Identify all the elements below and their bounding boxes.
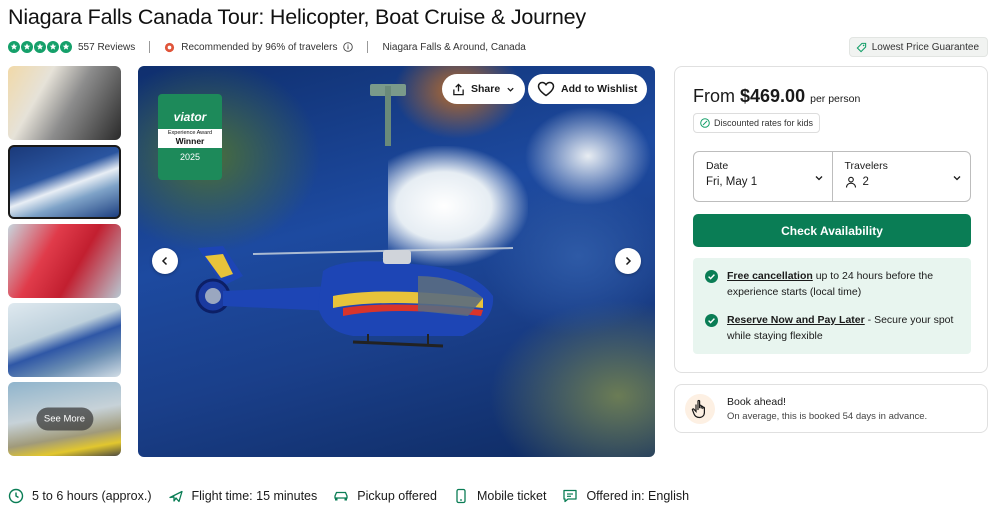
wishlist-button[interactable]: Add to Wishlist: [528, 74, 648, 104]
feature-label: Pickup offered: [357, 489, 437, 503]
share-button[interactable]: Share: [442, 74, 526, 104]
thumbnail-gallery: See More: [8, 66, 121, 461]
chevron-left-icon: [161, 256, 168, 266]
divider: [367, 41, 369, 53]
recommended-text: Recommended by 96% of travelers: [181, 41, 338, 53]
feature-label: Flight time: 15 minutes: [191, 489, 318, 503]
star-icon: [47, 41, 59, 53]
meta-row: 557 Reviews Recommended by 96% of travel…: [8, 39, 526, 55]
date-selector[interactable]: Date Fri, May 1: [694, 152, 832, 201]
hand-pointer-icon: [685, 393, 715, 424]
next-image-button[interactable]: [615, 248, 641, 274]
travelers-value: 2: [862, 176, 869, 188]
plane-icon: [168, 490, 183, 503]
feature-mobile-ticket: Mobile ticket: [453, 488, 546, 504]
person-icon: [845, 176, 856, 188]
chat-icon: [563, 489, 578, 503]
hero-image: viator Experience Award Winner 2025 Shar…: [138, 66, 655, 457]
see-more-button[interactable]: See More: [35, 407, 94, 431]
check-availability-button[interactable]: Check Availability: [693, 214, 971, 247]
page-title: Niagara Falls Canada Tour: Helicopter, B…: [8, 5, 586, 29]
book-ahead-subtitle: On average, this is booked 54 days in ad…: [727, 410, 928, 422]
feature-flight-time: Flight time: 15 minutes: [168, 488, 318, 504]
thumbnail-5[interactable]: See More: [8, 382, 121, 456]
thumbnail-4[interactable]: [8, 303, 121, 377]
date-label: Date: [706, 160, 729, 172]
tag-icon: [856, 42, 866, 52]
book-ahead-title: Book ahead!: [727, 395, 786, 408]
award-year: 2025: [179, 152, 201, 162]
heart-icon: [537, 81, 555, 97]
chevron-right-icon: [625, 256, 632, 266]
chevron-down-icon: [953, 176, 961, 181]
wishlist-label: Add to Wishlist: [561, 83, 638, 95]
booking-panel: From $469.00 per person Discounted rates…: [674, 66, 988, 373]
award-badge: viator Experience Award Winner 2025: [158, 94, 222, 180]
location-link[interactable]: Niagara Falls & Around, Canada: [382, 42, 525, 53]
prev-image-button[interactable]: [152, 248, 178, 274]
star-icon: [8, 41, 20, 53]
share-label: Share: [471, 83, 501, 95]
kids-discount-badge: Discounted rates for kids: [693, 113, 821, 133]
feature-label: Mobile ticket: [476, 489, 547, 503]
date-travelers-picker: Date Fri, May 1 Travelers 2: [693, 151, 971, 202]
feature-label: Offered in: English: [586, 489, 690, 503]
perk-title[interactable]: Reserve Now and Pay Later: [727, 314, 865, 326]
chevron-down-icon: [507, 87, 514, 92]
price-line: From $469.00 per person: [693, 86, 860, 107]
travelers-selector[interactable]: Travelers 2: [831, 152, 971, 201]
phone-icon: [456, 488, 466, 504]
perk-item: Reserve Now and Pay Later - Secure your …: [705, 312, 961, 344]
share-icon: [453, 82, 464, 95]
feature-duration: 5 to 6 hours (approx.): [8, 488, 152, 504]
divider: [149, 41, 151, 53]
award-brand: viator: [173, 110, 207, 124]
feature-pickup: Pickup offered: [333, 488, 437, 504]
feature-language: Offered in: English: [562, 488, 689, 504]
award-line2: Winner: [175, 136, 205, 146]
perks-box: Free cancellation up to 24 hours before …: [693, 258, 971, 354]
helicopter-illustration: [195, 246, 514, 348]
thumbnail-1[interactable]: [8, 66, 121, 140]
per-person-label: per person: [810, 93, 861, 105]
star-icon: [60, 41, 72, 53]
thumbnail-2[interactable]: [8, 145, 121, 219]
star-icon: [34, 41, 46, 53]
check-circle-icon: [705, 270, 718, 283]
reviews-link[interactable]: 557 Reviews: [78, 42, 135, 53]
lowest-price-badge[interactable]: Lowest Price Guarantee: [848, 37, 988, 57]
date-value: Fri, May 1: [706, 176, 758, 188]
perk-title[interactable]: Free cancellation: [727, 270, 813, 282]
from-label: From: [693, 86, 735, 106]
travelers-label: Travelers: [844, 160, 888, 172]
kids-discount-label: Discounted rates for kids: [714, 118, 814, 128]
perk-item: Free cancellation up to 24 hours before …: [705, 268, 961, 300]
lowest-price-label: Lowest Price Guarantee: [871, 41, 979, 53]
feature-label: 5 to 6 hours (approx.): [32, 489, 152, 503]
clock-icon: [8, 488, 24, 504]
star-icon: [21, 41, 33, 53]
discount-icon: [700, 118, 710, 128]
check-circle-icon: [705, 314, 718, 327]
price-value: $469.00: [740, 86, 806, 106]
info-icon[interactable]: [343, 42, 354, 52]
car-icon: [334, 491, 348, 501]
chevron-down-icon: [815, 176, 822, 181]
tower-pole: [385, 86, 391, 146]
features-row: 5 to 6 hours (approx.) Flight time: 15 m…: [8, 486, 705, 506]
book-ahead-card: Book ahead! On average, this is booked 5…: [674, 384, 988, 433]
award-band: Experience Award Winner: [158, 129, 222, 148]
badge-icon: [165, 42, 175, 52]
rating-stars[interactable]: [8, 41, 72, 53]
thumbnail-3[interactable]: [8, 224, 121, 298]
